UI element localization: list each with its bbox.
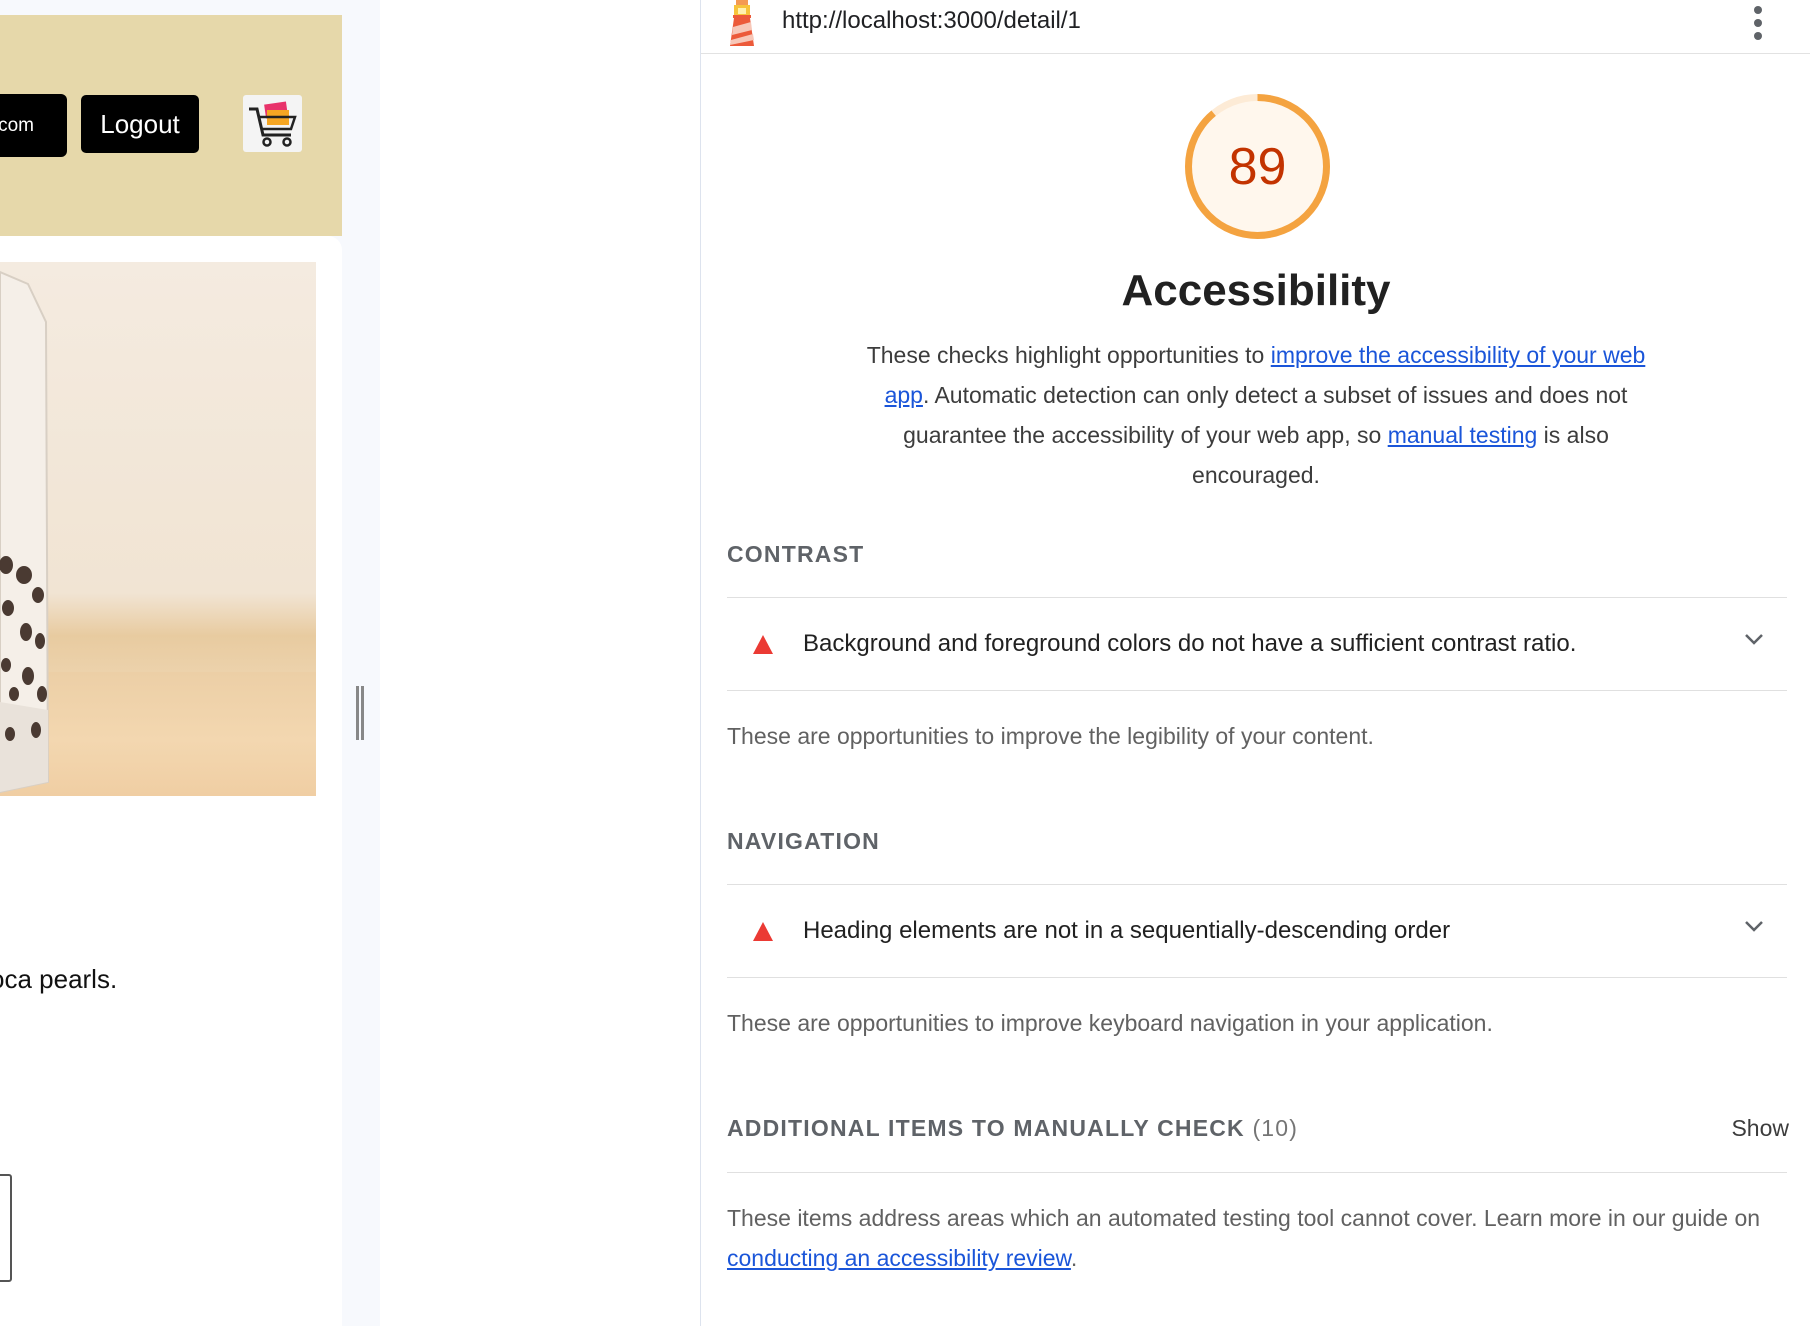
logout-button[interactable]: Logout xyxy=(81,95,199,153)
accessibility-review-link[interactable]: conducting an accessibility review xyxy=(727,1245,1071,1271)
divider xyxy=(727,1172,1787,1173)
manual-checks-count: (10) xyxy=(1252,1115,1299,1141)
divider xyxy=(727,977,1787,978)
group-title-manual-checks: ADDITIONAL ITEMS TO MANUALLY CHECK (10) xyxy=(727,1115,1299,1141)
report-url: http://localhost:3000/detail/1 xyxy=(782,7,1081,34)
audit-title: Heading elements are not in a sequential… xyxy=(803,917,1451,944)
chevron-down-icon[interactable] xyxy=(1744,632,1764,646)
report-topbar: http://localhost:3000/detail/1 xyxy=(701,0,1810,54)
audit-heading-order[interactable]: Heading elements are not in a sequential… xyxy=(727,885,1787,977)
audit-contrast[interactable]: Background and foreground colors do not … xyxy=(727,598,1787,690)
divider xyxy=(727,690,1787,691)
product-description: oca pearls. xyxy=(0,964,118,994)
category-description: These checks highlight opportunities to … xyxy=(866,342,1646,488)
product-card: oca pearls. xyxy=(0,236,342,1326)
quantity-input[interactable] xyxy=(0,1174,12,1282)
group-description-navigation: These are opportunities to improve keybo… xyxy=(727,1010,1493,1036)
manual-testing-link[interactable]: manual testing xyxy=(1388,422,1538,448)
group-title-contrast: CONTRAST xyxy=(727,541,865,567)
category-title: Accessibility xyxy=(1121,266,1391,315)
audit-title: Background and foreground colors do not … xyxy=(803,630,1577,657)
lighthouse-icon xyxy=(725,0,759,46)
panel-resize-handle[interactable] xyxy=(354,686,366,740)
show-manual-checks-toggle[interactable]: Show xyxy=(1725,1115,1789,1142)
product-image xyxy=(0,262,316,796)
score-value: 89 xyxy=(1228,137,1287,196)
shopping-cart-icon[interactable] xyxy=(243,95,302,152)
app-preview-pane: com Logout oca pearls. xyxy=(0,0,380,1326)
group-description-contrast: These are opportunities to improve the l… xyxy=(727,723,1374,749)
lighthouse-report-panel: http://localhost:3000/detail/1 89 Access… xyxy=(700,0,1810,1326)
app-header: com Logout xyxy=(0,15,342,236)
group-title-navigation: NAVIGATION xyxy=(727,828,880,854)
group-description-manual-checks: These items address areas which an autom… xyxy=(727,1205,1761,1271)
fail-triangle-icon xyxy=(753,922,773,941)
account-email-button[interactable]: com xyxy=(0,94,67,157)
more-options-icon[interactable] xyxy=(1748,3,1768,43)
fail-triangle-icon xyxy=(753,635,773,654)
chevron-down-icon[interactable] xyxy=(1744,919,1764,933)
